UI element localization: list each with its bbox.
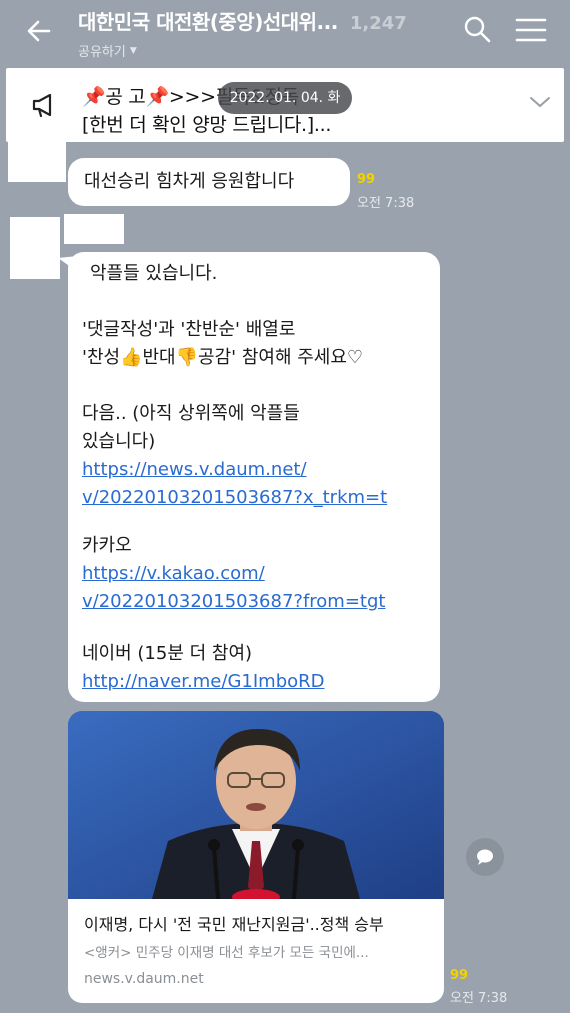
link-preview-card[interactable]: 이재명, 다시 '전 국민 재난지원금'..정책 승부 <앵커> 민주당 이재명… bbox=[68, 711, 444, 1003]
message-time: 오전 7:38 bbox=[450, 991, 508, 1006]
read-count-badge: 99 bbox=[450, 968, 469, 983]
thumbs-down-icon: 👎 bbox=[175, 347, 199, 368]
preview-domain: news.v.daum.net bbox=[84, 971, 204, 987]
back-arrow-icon[interactable] bbox=[22, 14, 56, 48]
message-text: 있습니다) bbox=[82, 431, 156, 452]
notice-preview: [한번 더 확인 양망 드립니다.]... bbox=[82, 114, 332, 136]
redacted-avatar bbox=[8, 140, 66, 182]
read-count-badge: 99 bbox=[357, 172, 376, 187]
member-count: 1,247 bbox=[349, 13, 407, 34]
message-text: 네이버 (15분 더 참여) bbox=[82, 643, 253, 664]
message-bubble[interactable]: 대선승리 힘차게 응원합니다 bbox=[68, 158, 350, 206]
naver-link[interactable]: http://naver.me/G1ImboRD bbox=[82, 668, 325, 696]
redacted-name bbox=[64, 214, 124, 244]
redacted-avatar bbox=[10, 217, 60, 279]
message-text: '찬성👍반대👎공감' 참여해 주세요♡ bbox=[82, 347, 364, 368]
caret-down-icon: ▼ bbox=[129, 45, 137, 56]
share-label: 공유하기 bbox=[78, 45, 126, 60]
daum-news-link[interactable]: v/20220103201503687?x_trkm=t bbox=[82, 484, 387, 512]
message-bubble[interactable]: 악플들 있습니다. '댓글작성'과 '찬반순' 배열로 '찬성👍반대👎공감' 참… bbox=[68, 252, 440, 702]
share-bubble-button[interactable] bbox=[466, 838, 504, 876]
chat-title: 대한민국 대전환(중앙)선대위... bbox=[78, 10, 338, 34]
chevron-down-icon[interactable] bbox=[528, 94, 552, 110]
message-time: 오전 7:38 bbox=[357, 196, 415, 211]
message-text: 대선승리 힘차게 응원합니다 bbox=[84, 171, 295, 192]
kakao-link[interactable]: https://v.kakao.com/ bbox=[82, 560, 265, 588]
message-text: 다음.. (아직 상위쪽에 악플들 bbox=[82, 403, 300, 424]
kakao-link[interactable]: v/20220103201503687?from=tgt bbox=[82, 588, 385, 616]
pin-icon: 📌 bbox=[145, 86, 169, 108]
menu-icon[interactable] bbox=[514, 16, 548, 44]
pin-icon: 📌 bbox=[82, 86, 106, 108]
message-text: 악플들 있습니다. bbox=[90, 263, 218, 284]
chat-header: 대한민국 대전환(중앙)선대위... 1,247 공유하기 ▼ bbox=[0, 0, 570, 64]
speaker-photo bbox=[68, 711, 444, 899]
share-dropdown[interactable]: 공유하기 ▼ bbox=[78, 41, 438, 60]
search-icon[interactable] bbox=[462, 14, 492, 44]
chat-bubble-icon bbox=[477, 849, 493, 865]
megaphone-icon bbox=[32, 93, 52, 118]
daum-news-link[interactable]: https://news.v.daum.net/ bbox=[82, 456, 307, 484]
message-text: 카카오 bbox=[82, 535, 132, 556]
chat-title-area[interactable]: 대한민국 대전환(중앙)선대위... 1,247 공유하기 ▼ bbox=[78, 6, 438, 60]
message-text: '댓글작성'과 '찬반순' 배열로 bbox=[82, 319, 296, 340]
thumbs-up-icon: 👍 bbox=[120, 347, 143, 368]
date-chip: 2022. 01. 04. 화 bbox=[218, 82, 352, 114]
preview-image bbox=[68, 711, 444, 899]
preview-description: <앵커> 민주당 이재명 대선 후보가 모든 국민에... bbox=[84, 945, 369, 961]
preview-title: 이재명, 다시 '전 국민 재난지원금'..정책 승부 bbox=[84, 915, 384, 934]
